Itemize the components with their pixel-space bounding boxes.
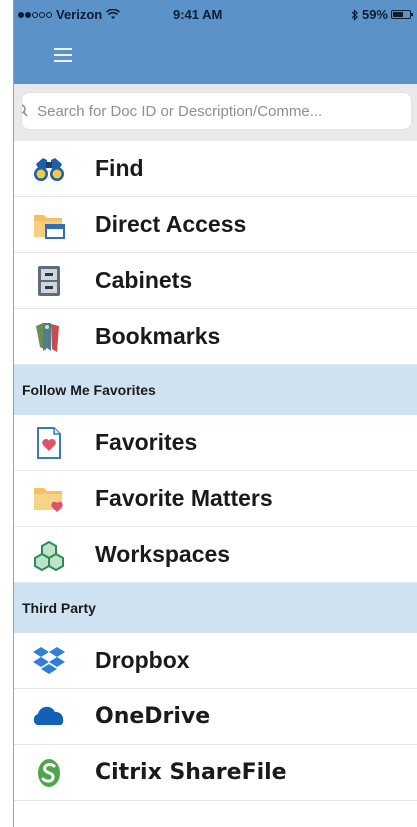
section-header-follow-me-favorites: Follow Me Favorites <box>14 365 417 415</box>
section-header-third-party: Third Party <box>14 583 417 633</box>
dropbox-icon <box>29 641 69 681</box>
battery-icon <box>391 10 413 19</box>
menu-item-label: Bookmarks <box>95 323 221 349</box>
menu-item-favorites[interactable]: Favorites <box>14 415 417 471</box>
menu-item-find[interactable]: Find <box>14 141 417 197</box>
menu-item-cabinets[interactable]: Cabinets <box>14 253 417 309</box>
menu-item-label: Favorite Matters <box>95 485 273 511</box>
favorites-icon <box>29 423 69 463</box>
menu-item-citrix-sharefile[interactable]: Citrix ShareFile <box>14 745 417 801</box>
search-input[interactable] <box>33 102 411 120</box>
bookmarks-icon <box>29 317 69 357</box>
bluetooth-icon <box>351 8 358 21</box>
battery-percent: 59% <box>361 7 388 22</box>
menu-item-direct-access[interactable]: Direct Access <box>14 197 417 253</box>
cabinet-icon <box>29 261 69 301</box>
menu-item-workspaces[interactable]: Workspaces <box>14 527 417 583</box>
status-time: 9:41 AM <box>173 7 223 22</box>
menu-item-label: Cabinets <box>95 267 193 293</box>
menu-item-favorite-matters[interactable]: Favorite Matters <box>14 471 417 527</box>
wifi-icon <box>106 9 121 19</box>
status-left: Verizon <box>18 7 121 22</box>
sharefile-icon <box>29 753 69 793</box>
screen: Verizon 9:41 AM 59% Search for Doc ID or… <box>0 0 417 827</box>
favorite-matters-icon <box>29 479 69 519</box>
status-right: 59% <box>351 7 413 22</box>
menu-item-dropbox[interactable]: Dropbox <box>14 633 417 689</box>
menu-item-label: OneDrive <box>95 704 211 729</box>
navigation-bar <box>14 29 417 84</box>
search-field[interactable] <box>22 93 411 129</box>
menu-item-label: Favorites <box>95 429 198 455</box>
binoculars-icon <box>29 149 69 189</box>
menu-item-label: Citrix ShareFile <box>95 760 287 785</box>
signal-icon <box>18 11 52 18</box>
hamburger-menu-icon[interactable] <box>54 48 72 62</box>
onedrive-icon <box>29 697 69 737</box>
menu-item-label: Dropbox <box>95 647 190 673</box>
menu-item-label: Workspaces <box>95 541 231 567</box>
menu-item-onedrive[interactable]: OneDrive <box>14 689 417 745</box>
search-bar <box>14 84 417 141</box>
search-icon <box>22 104 33 118</box>
menu-item-label: Find <box>95 155 144 181</box>
left-margin <box>0 0 13 827</box>
menu-item-label: Direct Access <box>95 211 247 237</box>
folder-icon <box>29 205 69 245</box>
app: Verizon 9:41 AM 59% Search for Doc ID or… <box>14 0 417 827</box>
status-bar: Verizon 9:41 AM 59% <box>14 0 417 29</box>
workspaces-icon <box>29 535 69 575</box>
menu-item-bookmarks[interactable]: Bookmarks <box>14 309 417 365</box>
carrier-name: Verizon <box>56 7 103 22</box>
